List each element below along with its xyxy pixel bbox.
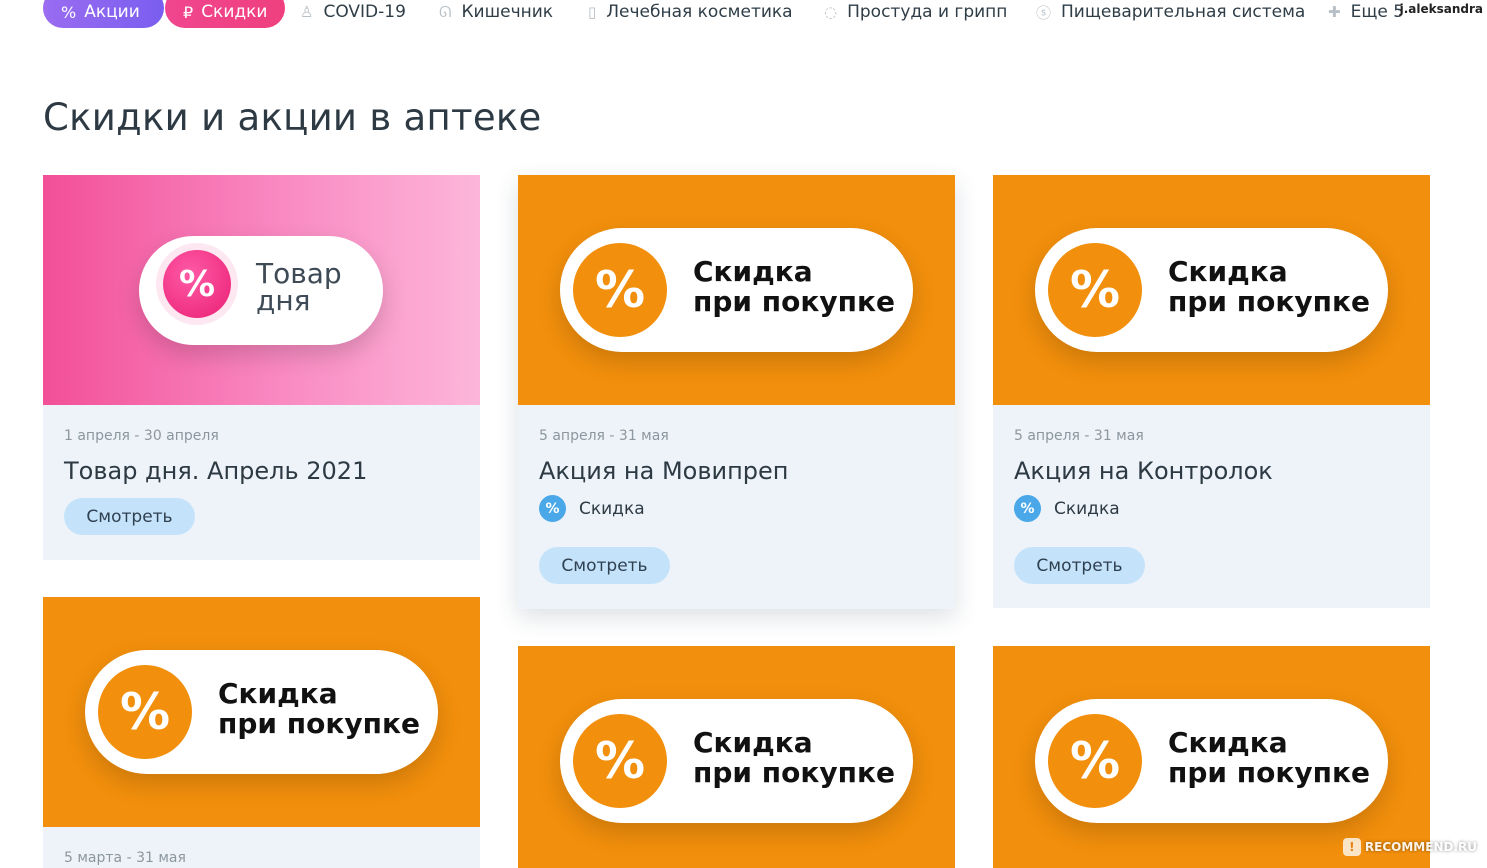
promo-title[interactable]: Товар дня. Апрель 2021 xyxy=(64,457,367,485)
watermark: ! RECOMMEND.RU xyxy=(1342,838,1477,856)
promo-banner: % Скидка при покупке xyxy=(518,175,955,405)
discount-tag: % Скидка xyxy=(539,495,645,522)
promo-banner: % Скидка при покупке xyxy=(993,175,1430,405)
banner-pill: % Скидка при покупке xyxy=(560,228,913,352)
percent-icon: % xyxy=(1048,714,1142,808)
nav-pill-skidki[interactable]: ₽ Скидки xyxy=(165,0,285,28)
banner-pill: % Товар дня xyxy=(139,236,383,345)
promo-card[interactable]: % Товар дня 1 апреля - 30 апреля Товар д… xyxy=(43,175,480,560)
nav-item-digestive[interactable]: ⓢ Пищеварительная система xyxy=(1036,0,1305,28)
nav-item-label: COVID-19 xyxy=(323,2,406,22)
banner-text: Скидка при покупке xyxy=(1168,726,1370,789)
nav-item-label: Простуда и грипп xyxy=(847,2,1008,22)
nav-item-cold-flu[interactable]: ◌ Простуда и грипп xyxy=(824,0,1007,28)
banner-pill: % Скидка при покупке xyxy=(85,650,438,774)
recommend-logo-icon: ! xyxy=(1342,838,1361,856)
nav-item-cosmetics[interactable]: ▯ Лечебная косметика xyxy=(588,0,793,28)
banner-pill: % Скидка при покупке xyxy=(1035,699,1388,823)
plus-icon: ✚ xyxy=(1328,3,1341,21)
username-watermark: j.aleksandra xyxy=(1399,2,1483,16)
promo-date: 1 апреля - 30 апреля xyxy=(64,428,219,444)
promo-banner: % Скидка при покупке xyxy=(993,646,1430,868)
banner-text: Скидка при покупке xyxy=(693,255,895,318)
watermark-text: RECOMMEND.RU xyxy=(1364,840,1477,854)
view-button[interactable]: Смотреть xyxy=(64,498,195,535)
banner-pill: % Скидка при покупке xyxy=(1035,228,1388,352)
banner-text: Скидка при покупке xyxy=(693,726,895,789)
bottle-icon: ▯ xyxy=(588,3,597,21)
promo-card[interactable]: % Скидка при покупке xyxy=(518,646,955,868)
intestine-icon: ᘏ xyxy=(439,3,452,21)
banner-text: Скидка при покупке xyxy=(218,677,420,740)
promo-card[interactable]: % Скидка при покупке 5 марта - 31 мая xyxy=(43,597,480,868)
percent-icon: % xyxy=(573,714,667,808)
nose-icon: ◌ xyxy=(824,3,838,21)
nav-item-covid[interactable]: ♙ COVID-19 xyxy=(300,0,406,28)
promo-banner: % Скидка при покупке xyxy=(43,597,480,827)
promo-date: 5 апреля - 31 мая xyxy=(1014,428,1144,444)
promo-title[interactable]: Акция на Мовипреп xyxy=(539,457,788,485)
promo-date: 5 марта - 31 мая xyxy=(64,850,186,866)
nav-pill-akcii[interactable]: % Акции xyxy=(43,0,164,28)
banner-text: Товар дня xyxy=(256,257,342,317)
discount-tag: % Скидка xyxy=(1014,495,1120,522)
nav-item-label: Еще 5 xyxy=(1350,2,1405,22)
ruble-icon: ₽ xyxy=(183,2,194,22)
nav-item-intestine[interactable]: ᘏ Кишечник xyxy=(439,0,553,28)
promo-card[interactable]: % Скидка при покупке 5 апреля - 31 мая А… xyxy=(993,175,1430,608)
category-nav: % Акции ₽ Скидки ♙ COVID-19 ᘏ Кишечник ▯… xyxy=(0,0,1487,28)
percent-icon: % xyxy=(98,665,192,759)
stomach-icon: ⓢ xyxy=(1036,3,1052,22)
promo-title[interactable]: Акция на Контролок xyxy=(1014,457,1273,485)
percent-icon: % xyxy=(573,243,667,337)
nav-pill-label: Акции xyxy=(84,2,140,22)
view-button[interactable]: Смотреть xyxy=(539,547,670,584)
promo-card[interactable]: % Скидка при покупке xyxy=(993,646,1430,868)
view-button[interactable]: Смотреть xyxy=(1014,547,1145,584)
nav-item-label: Кишечник xyxy=(461,2,554,22)
percent-icon: % xyxy=(1014,495,1041,522)
page-title: Скидки и акции в аптеке xyxy=(43,96,542,139)
nav-item-label: Пищеварительная система xyxy=(1061,2,1306,22)
percent-icon: % xyxy=(163,250,231,318)
figure-icon: ♙ xyxy=(300,3,314,21)
nav-item-label: Лечебная косметика xyxy=(606,2,793,22)
nav-item-more[interactable]: ✚ Еще 5 xyxy=(1328,0,1404,28)
banner-pill: % Скидка при покупке xyxy=(560,699,913,823)
promo-banner: % Товар дня xyxy=(43,175,480,405)
promo-banner: % Скидка при покупке xyxy=(518,646,955,868)
nav-pill-label: Скидки xyxy=(201,2,268,22)
banner-text: Скидка при покупке xyxy=(1168,255,1370,318)
tag-label: Скидка xyxy=(579,498,645,519)
percent-icon: % xyxy=(539,495,566,522)
tag-label: Скидка xyxy=(1054,498,1120,519)
promo-date: 5 апреля - 31 мая xyxy=(539,428,669,444)
percent-icon: % xyxy=(1048,243,1142,337)
percent-icon: % xyxy=(61,2,77,22)
promo-card[interactable]: % Скидка при покупке 5 апреля - 31 мая А… xyxy=(518,175,955,609)
